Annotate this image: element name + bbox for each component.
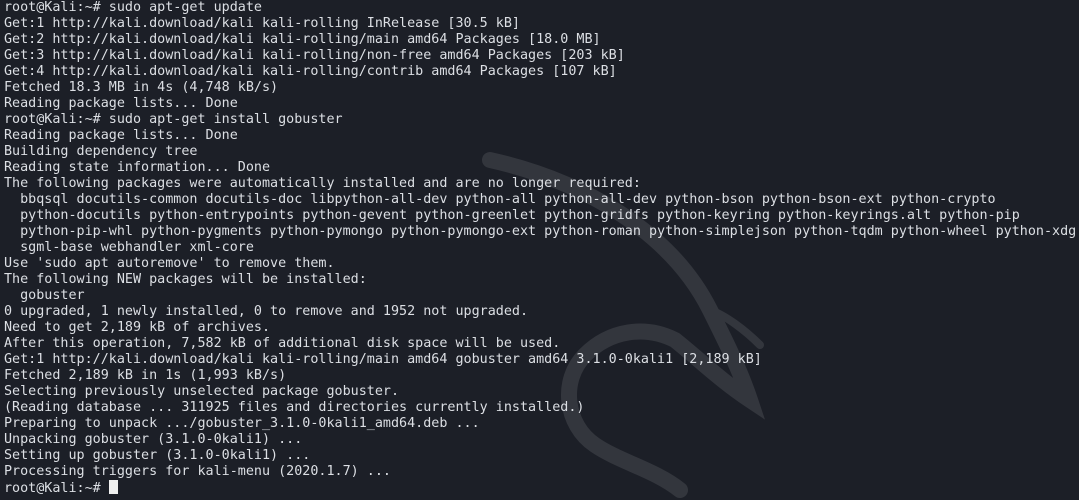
cursor — [108, 480, 118, 494]
output-line: Get:2 http://kali.download/kali kali-rol… — [4, 32, 601, 47]
output-line: gobuster — [4, 288, 85, 303]
output-line: Reading package lists... Done — [4, 128, 238, 143]
output-line: The following NEW packages will be insta… — [4, 272, 367, 287]
output-line: Fetched 18.3 MB in 4s (4,748 kB/s) — [4, 80, 279, 95]
output-line: bbqsql docutils-common docutils-doc libp… — [4, 192, 996, 207]
output-line: Need to get 2,189 kB of archives. — [4, 320, 271, 335]
output-line: Processing triggers for kali-menu (2020.… — [4, 464, 391, 479]
output-line: sgml-base webhandler xml-core — [4, 240, 254, 255]
output-line: Reading package lists... Done — [4, 96, 238, 111]
output-line: Get:4 http://kali.download/kali kali-rol… — [4, 64, 617, 79]
output-line: After this operation, 7,582 kB of additi… — [4, 336, 561, 351]
output-line: root@Kali:~# sudo apt-get install gobust… — [4, 112, 343, 127]
output-line: Preparing to unpack .../gobuster_3.1.0-0… — [4, 416, 480, 431]
output-line: Setting up gobuster (3.1.0-0kali1) ... — [4, 448, 311, 463]
output-line: (Reading database ... 311925 files and d… — [4, 400, 585, 415]
output-line: Use 'sudo apt autoremove' to remove them… — [4, 256, 335, 271]
terminal-output: root@Kali:~# sudo apt-get update Get:1 h… — [4, 0, 1076, 496]
output-line: The following packages were automaticall… — [4, 176, 641, 191]
output-line: Building dependency tree — [4, 144, 198, 159]
output-line: Fetched 2,189 kB in 1s (1,993 kB/s) — [4, 368, 287, 383]
output-line: Unpacking gobuster (3.1.0-0kali1) ... — [4, 432, 303, 447]
output-line: root@Kali:~# sudo apt-get update — [4, 0, 262, 15]
output-line: 0 upgraded, 1 newly installed, 0 to remo… — [4, 304, 529, 319]
output-line: Get:3 http://kali.download/kali kali-rol… — [4, 48, 625, 63]
output-line: Get:1 http://kali.download/kali kali-rol… — [4, 16, 520, 31]
prompt-text: root@Kali:~# — [4, 481, 109, 496]
prompt-line[interactable]: root@Kali:~# — [4, 480, 1076, 496]
output-line: Selecting previously unselected package … — [4, 384, 400, 399]
output-line: Reading state information... Done — [4, 160, 271, 175]
output-line: python-docutils python-entrypoints pytho… — [4, 208, 1020, 223]
output-line: python-pip-whl python-pygments python-py… — [4, 224, 1077, 239]
terminal-window[interactable]: root@Kali:~# sudo apt-get update Get:1 h… — [0, 0, 1079, 500]
output-line: Get:1 http://kali.download/kali kali-rol… — [4, 352, 762, 367]
